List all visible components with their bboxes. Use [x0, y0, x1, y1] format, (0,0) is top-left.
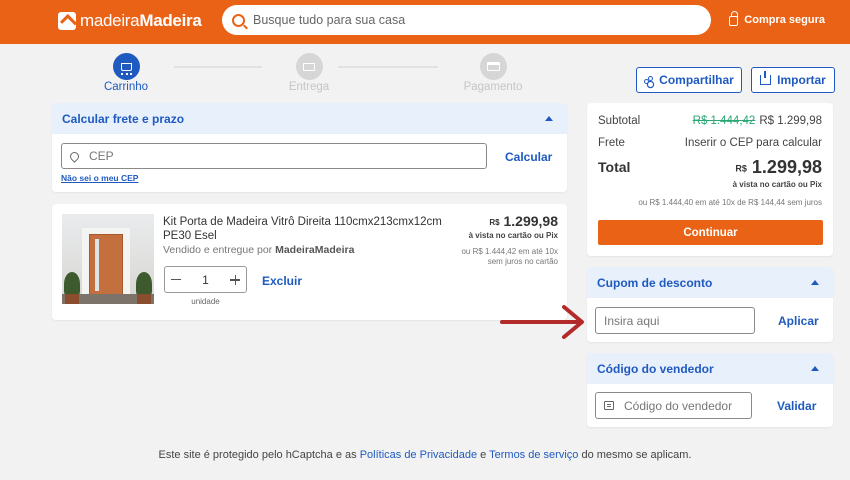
logo-house-icon [58, 12, 76, 30]
coupon-title: Cupom de desconto [597, 275, 713, 290]
coupon-field[interactable] [595, 307, 755, 334]
seller-code-input[interactable] [624, 398, 751, 413]
seller-name: MadeiraMadeira [275, 244, 355, 256]
shipping-calc-title: Calcular frete e prazo [62, 111, 185, 126]
total-price: R$ 1.299,98 [735, 157, 822, 178]
total-label: Total [598, 159, 631, 175]
shipping-calc-panel: Calcular frete e prazo Calcular Não sei … [52, 103, 567, 192]
door-illustration [89, 234, 123, 300]
footer-text-before: Este site é protegido pelo hCaptcha e as [158, 449, 360, 461]
step-delivery-label: Entrega [288, 81, 330, 93]
calculate-button[interactable]: Calcular [505, 150, 552, 164]
step-divider [174, 66, 262, 68]
product-name[interactable]: Kit Porta de Madeira Vitrô Direita 110cm… [163, 215, 463, 243]
seller-code-field[interactable] [595, 392, 752, 419]
total-note: à vista no cartão ou Pix [732, 180, 822, 189]
share-icon [644, 75, 654, 85]
location-pin-icon [68, 149, 81, 163]
shipping-value: Inserir o CEP para calcular [684, 137, 822, 149]
cart-item: Kit Porta de Madeira Vitrô Direita 110cm… [52, 204, 567, 320]
continue-button[interactable]: Continuar [598, 220, 823, 245]
item-installment-line1: ou R$ 1.444,42 em até 10x [461, 247, 558, 256]
subtotal-new-price: R$ 1.299,98 [759, 115, 822, 127]
subtotal-old-price: R$ 1.444,42 [692, 115, 756, 127]
annotation-arrow-icon [500, 305, 584, 339]
footer-text-after: do mesmo se aplicam. [578, 449, 692, 461]
share-button[interactable]: Compartilhar [636, 67, 742, 93]
quantity-stepper: 1 [164, 266, 247, 293]
secure-purchase-label: Compra segura [744, 13, 825, 26]
step-payment-label: Pagamento [463, 81, 523, 93]
order-summary: Subtotal R$ 1.444,42 R$ 1.299,98 Frete In… [587, 103, 833, 256]
chevron-up-icon[interactable] [811, 366, 819, 371]
top-bar: madeiraMadeira Compra segura [0, 0, 850, 44]
seller-code-title: Código do vendedor [597, 361, 714, 376]
coupon-input[interactable] [604, 313, 754, 328]
subtotal-values: R$ 1.444,42 R$ 1.299,98 [693, 115, 822, 127]
step-delivery: Entrega [269, 53, 349, 93]
total-installments: ou R$ 1.444,40 em até 10x de R$ 144,44 s… [638, 198, 822, 207]
import-button-label: Importar [777, 73, 826, 87]
quantity-value[interactable]: 1 [202, 273, 209, 287]
unknown-cep-link[interactable]: Não sei o meu CEP [61, 173, 138, 183]
chevron-up-icon[interactable] [811, 280, 819, 285]
plus-icon[interactable] [230, 274, 240, 285]
cart-icon [120, 62, 132, 75]
truck-icon [303, 62, 315, 71]
share-button-label: Compartilhar [659, 73, 734, 87]
lock-icon [729, 11, 739, 26]
cep-field[interactable] [61, 143, 487, 169]
import-button[interactable]: Importar [751, 67, 835, 93]
quantity-unit: unidade [191, 297, 220, 306]
item-price-block: R$ 1.299,98 à vista no cartão ou Pix ou … [461, 213, 558, 266]
privacy-policy-link[interactable]: Políticas de Privacidade [360, 449, 477, 461]
coupon-header[interactable]: Cupom de desconto [587, 267, 833, 298]
item-price-currency: R$ [489, 217, 500, 227]
seller-info: Vendido e entregue por MadeiraMadeira [163, 244, 354, 256]
total-value: 1.299,98 [751, 157, 822, 177]
seller-prefix: Vendido e entregue por [163, 244, 276, 256]
remove-item-button[interactable]: Excluir [262, 274, 302, 288]
terms-link[interactable]: Termos de serviço [489, 449, 578, 461]
subtotal-label: Subtotal [598, 115, 641, 127]
product-image[interactable] [62, 214, 154, 304]
logo-text-part2: Madeira [139, 11, 202, 30]
checkout-steps: Carrinho Entrega Pagamento [60, 53, 540, 95]
validate-button[interactable]: Validar [777, 399, 816, 413]
chevron-up-icon[interactable] [545, 116, 553, 121]
total-currency: R$ [735, 163, 747, 174]
logo-text-part1: madeira [80, 11, 140, 30]
step-cart-label: Carrinho [103, 81, 149, 93]
step-divider [338, 66, 438, 68]
secure-purchase: Compra segura [729, 11, 825, 26]
shipping-label: Frete [598, 137, 625, 149]
seller-code-panel: Código do vendedor Validar [587, 353, 833, 427]
cep-input[interactable] [89, 149, 486, 163]
credit-card-icon [486, 62, 500, 71]
item-installment-line2: sem juros no cartão [487, 257, 558, 266]
seller-code-header[interactable]: Código do vendedor [587, 353, 833, 384]
madeiramadeira-logo[interactable]: madeiraMadeira [58, 10, 202, 32]
message-icon [604, 401, 614, 410]
item-price-note: à vista no cartão ou Pix [468, 231, 558, 240]
step-payment: Pagamento [453, 53, 533, 93]
item-price: 1.299,98 [503, 213, 559, 229]
footer-text-middle: e [477, 449, 490, 461]
import-icon [760, 71, 772, 85]
apply-coupon-button[interactable]: Aplicar [778, 314, 819, 328]
shipping-calc-header[interactable]: Calcular frete e prazo [52, 103, 567, 134]
coupon-panel: Cupom de desconto Aplicar [587, 267, 833, 342]
step-cart[interactable]: Carrinho [86, 53, 166, 93]
search-icon[interactable] [232, 13, 245, 27]
minus-icon[interactable] [171, 278, 181, 281]
search-input[interactable] [253, 13, 693, 27]
footer-notice: Este site é protegido pelo hCaptcha e as… [0, 449, 850, 461]
search-bar[interactable] [222, 5, 711, 35]
